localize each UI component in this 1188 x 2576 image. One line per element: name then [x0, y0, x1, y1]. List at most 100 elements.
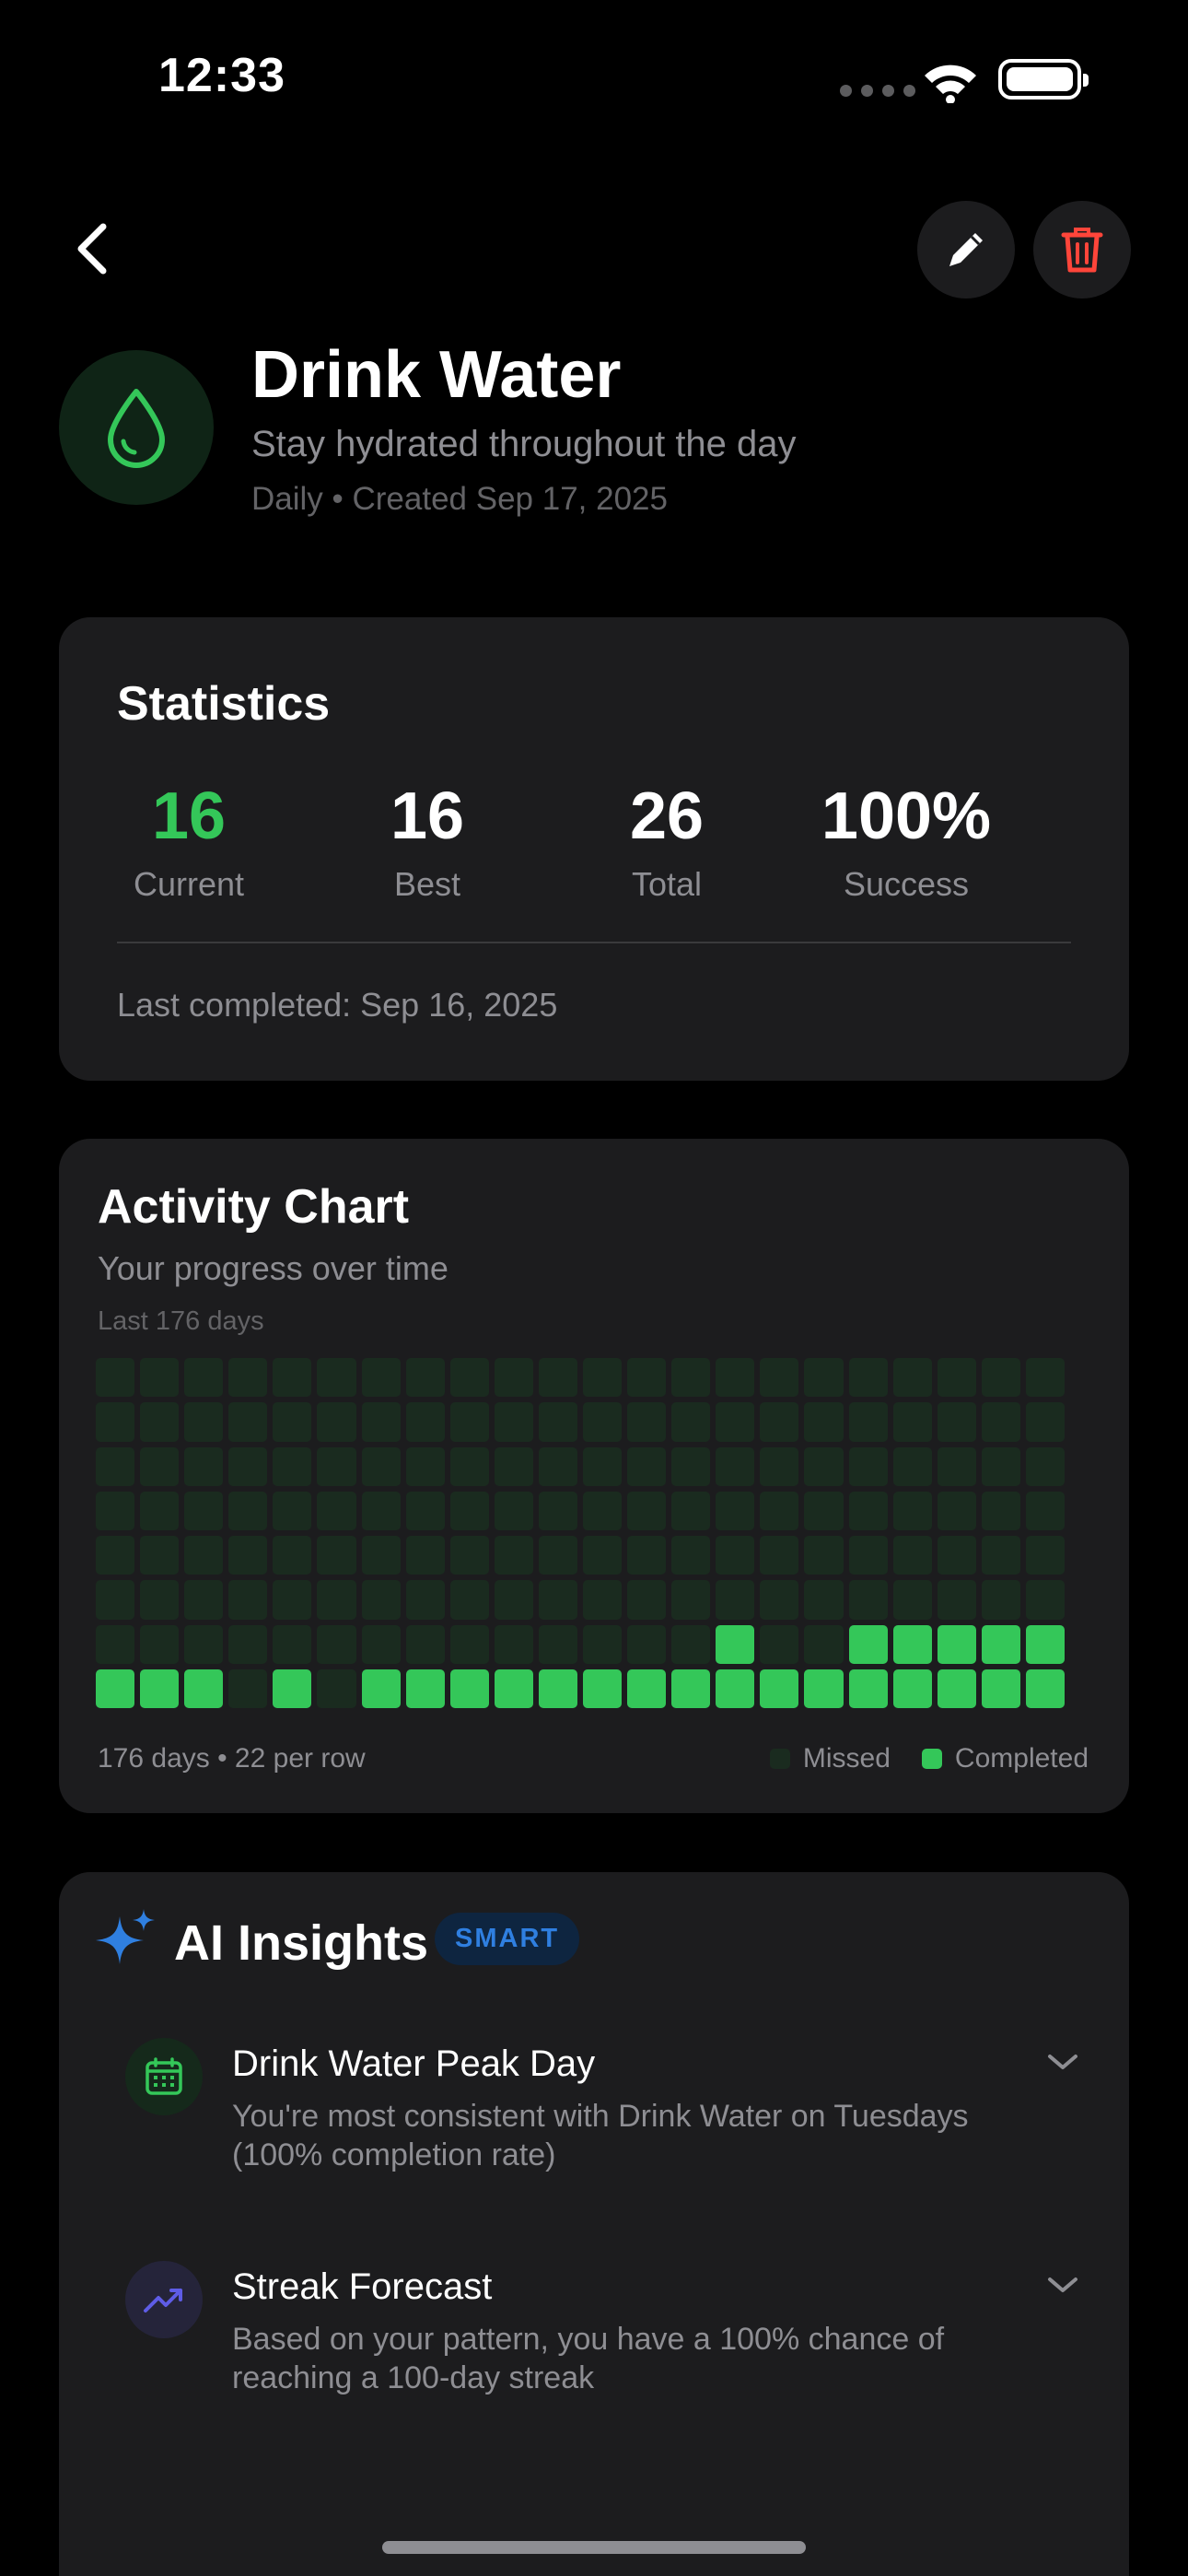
heatmap-cell-missed [716, 1536, 755, 1575]
heatmap-cell-missed [317, 1536, 356, 1575]
legend-label-missed: Missed [802, 1743, 891, 1774]
heatmap-cell-missed [538, 1402, 577, 1442]
edit-button[interactable] [917, 201, 1015, 299]
insight-description: You're most consistent with Drink Water … [232, 2099, 969, 2172]
heatmap-cell-missed [760, 1358, 799, 1398]
heatmap-cell-missed [228, 1580, 268, 1620]
heatmap-cell-missed [405, 1491, 445, 1530]
heatmap-cell-missed [583, 1580, 623, 1620]
last-completed: Last completed: Sep 16, 2025 [117, 986, 558, 1024]
heatmap-cell-missed [317, 1669, 356, 1708]
heatmap-cell-missed [361, 1402, 401, 1442]
heatmap-cell-missed [494, 1491, 533, 1530]
heatmap-cell-missed [405, 1536, 445, 1575]
chevron-down-icon[interactable] [1046, 2051, 1079, 2073]
heatmap-cell-missed [671, 1402, 711, 1442]
heatmap-cell-missed [848, 1491, 888, 1530]
heatmap-cell-missed [361, 1491, 401, 1530]
heatmap-cell-missed [981, 1491, 1020, 1530]
heatmap-cell-missed [892, 1491, 932, 1530]
stat-current: 16 Current [83, 779, 295, 904]
heatmap-cell-completed [494, 1669, 533, 1708]
water-drop-icon [108, 389, 165, 468]
heatmap-cell-missed [804, 1446, 844, 1486]
heatmap-cell-missed [716, 1402, 755, 1442]
heatmap-cell-missed [449, 1358, 489, 1398]
stat-label: Best [393, 865, 461, 903]
heatmap-cell-missed [449, 1402, 489, 1442]
heatmap-cell-missed [981, 1536, 1020, 1575]
heatmap-cell-missed [184, 1624, 224, 1664]
heatmap-cell-missed [538, 1624, 577, 1664]
heatmap-cell-completed [1025, 1669, 1065, 1708]
chevron-down-icon[interactable] [1046, 2274, 1079, 2296]
smart-badge: SMART [435, 1913, 580, 1965]
heatmap-cell-missed [273, 1446, 312, 1486]
heatmap-cell-missed [140, 1358, 180, 1398]
heatmap-cell-missed [449, 1580, 489, 1620]
heatmap-cell-missed [538, 1491, 577, 1530]
heatmap-cell-missed [96, 1402, 135, 1442]
heatmap-cell-missed [1025, 1491, 1065, 1530]
status-time: 12:33 [158, 49, 285, 102]
habit-title: Drink Water [251, 338, 622, 412]
back-chevron-icon[interactable] [74, 221, 111, 276]
heatmap-cell-missed [760, 1580, 799, 1620]
heatmap-cell-missed [583, 1358, 623, 1398]
heatmap-cell-missed [627, 1402, 667, 1442]
heatmap-cell-missed [140, 1402, 180, 1442]
heatmap-cell-missed [494, 1446, 533, 1486]
insight-item[interactable]: Streak Forecast Based on your pattern, y… [125, 2261, 1083, 2445]
heatmap-cell-missed [494, 1358, 533, 1398]
heatmap-cell-missed [184, 1580, 224, 1620]
heatmap-cell-missed [273, 1358, 312, 1398]
heatmap-cell-missed [1025, 1358, 1065, 1398]
calendar-icon [146, 2057, 182, 2095]
activity-chart-card: Activity Chart Your progress over time L… [59, 1139, 1129, 1813]
heatmap-cell-missed [494, 1624, 533, 1664]
heatmap-cell-missed [671, 1358, 711, 1398]
heatmap-cell-completed [583, 1669, 623, 1708]
heatmap-cell-completed [627, 1669, 667, 1708]
heatmap-cell-missed [1025, 1402, 1065, 1442]
heatmap-cell-missed [804, 1580, 844, 1620]
heatmap-cell-completed [671, 1669, 711, 1708]
heatmap-cell-missed [140, 1446, 180, 1486]
heatmap-cell-missed [405, 1580, 445, 1620]
heatmap-cell-missed [449, 1446, 489, 1486]
heatmap-cell-missed [848, 1446, 888, 1486]
heatmap-cell-missed [140, 1491, 180, 1530]
heatmap-cell-missed [716, 1358, 755, 1398]
heatmap-cell-missed [892, 1446, 932, 1486]
pencil-icon [949, 233, 983, 266]
heatmap-cell-missed [848, 1358, 888, 1398]
heatmap-cell-missed [184, 1402, 224, 1442]
heatmap-cell-missed [405, 1358, 445, 1398]
insight-item[interactable]: Drink Water Peak Day You're most consist… [125, 2038, 1083, 2222]
delete-button[interactable] [1033, 201, 1131, 299]
heatmap-cell-missed [449, 1536, 489, 1575]
heatmap-cell-missed [716, 1580, 755, 1620]
heatmap-cell-missed [405, 1402, 445, 1442]
heatmap-cell-completed [96, 1669, 135, 1708]
heatmap-cell-missed [937, 1446, 976, 1486]
trend-up-icon [144, 2289, 182, 2313]
heatmap-cell-missed [273, 1536, 312, 1575]
stat-value: 16 [390, 779, 465, 853]
stat-value: 16 [151, 779, 227, 853]
legend-swatch-completed [921, 1749, 942, 1769]
activity-heatmap [96, 1358, 1065, 1708]
heatmap-cell-completed [716, 1624, 755, 1664]
heatmap-cell-missed [583, 1402, 623, 1442]
heatmap-cell-missed [760, 1624, 799, 1664]
heatmap-cell-missed [184, 1491, 224, 1530]
heatmap-cell-missed [405, 1624, 445, 1664]
heatmap-cell-missed [361, 1358, 401, 1398]
home-indicator[interactable] [382, 2541, 806, 2554]
heatmap-cell-completed [1025, 1624, 1065, 1664]
heatmap-cell-missed [96, 1491, 135, 1530]
cellular-signal-icon [840, 85, 915, 97]
heatmap-cell-missed [627, 1491, 667, 1530]
habit-meta: Daily • Created Sep 17, 2025 [251, 481, 668, 517]
heatmap-cell-completed [981, 1624, 1020, 1664]
